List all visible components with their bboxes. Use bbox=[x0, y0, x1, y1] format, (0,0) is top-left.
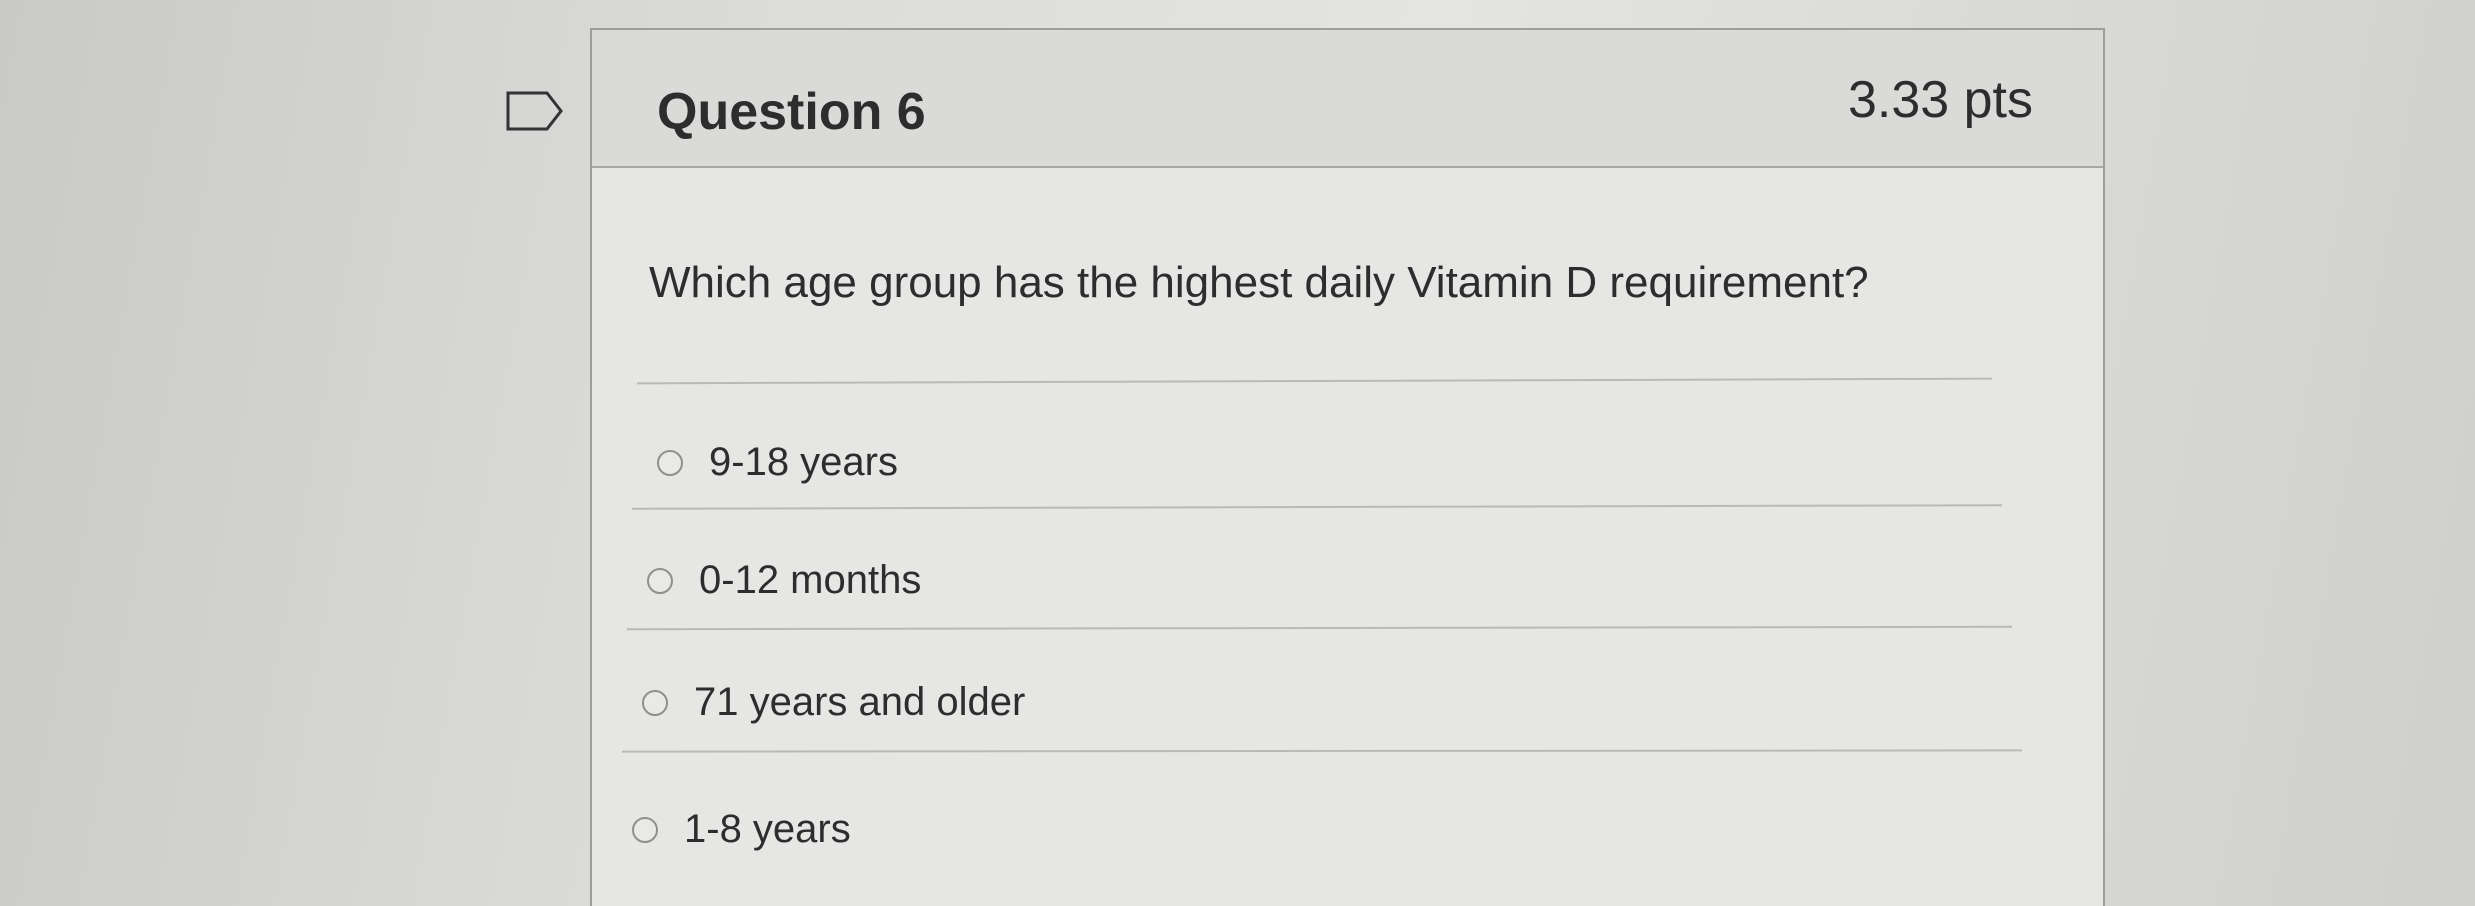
question-card: Question 6 3.33 pts Which age group has … bbox=[590, 28, 2105, 906]
flag-question-icon[interactable] bbox=[505, 90, 565, 132]
answer-divider bbox=[631, 504, 2003, 510]
answer-label: 9-18 years bbox=[709, 440, 898, 484]
answer-label: 71 years and older bbox=[694, 680, 1026, 724]
question-points: 3.33 pts bbox=[1847, 71, 2033, 129]
question-header: Question 6 3.33 pts bbox=[592, 30, 2103, 168]
answer-divider bbox=[621, 749, 2023, 753]
answer-option-3[interactable]: 71 years and older bbox=[642, 680, 1025, 725]
answer-label: 1-8 years bbox=[684, 807, 851, 851]
radio-button[interactable] bbox=[647, 567, 673, 594]
radio-button[interactable] bbox=[632, 816, 658, 843]
radio-button[interactable] bbox=[657, 449, 683, 476]
answer-divider bbox=[637, 377, 1992, 385]
radio-button[interactable] bbox=[642, 689, 668, 716]
answer-option-4[interactable]: 1-8 years bbox=[632, 807, 851, 852]
question-text: Which age group has the highest daily Vi… bbox=[649, 258, 1869, 307]
answer-option-2[interactable]: 0-12 months bbox=[647, 558, 921, 603]
answer-divider bbox=[626, 625, 2013, 631]
question-title: Question 6 bbox=[657, 83, 926, 141]
answer-option-1[interactable]: 9-18 years bbox=[657, 440, 898, 485]
screen: Question 6 3.33 pts Which age group has … bbox=[0, 0, 2475, 906]
answer-label: 0-12 months bbox=[699, 558, 922, 602]
